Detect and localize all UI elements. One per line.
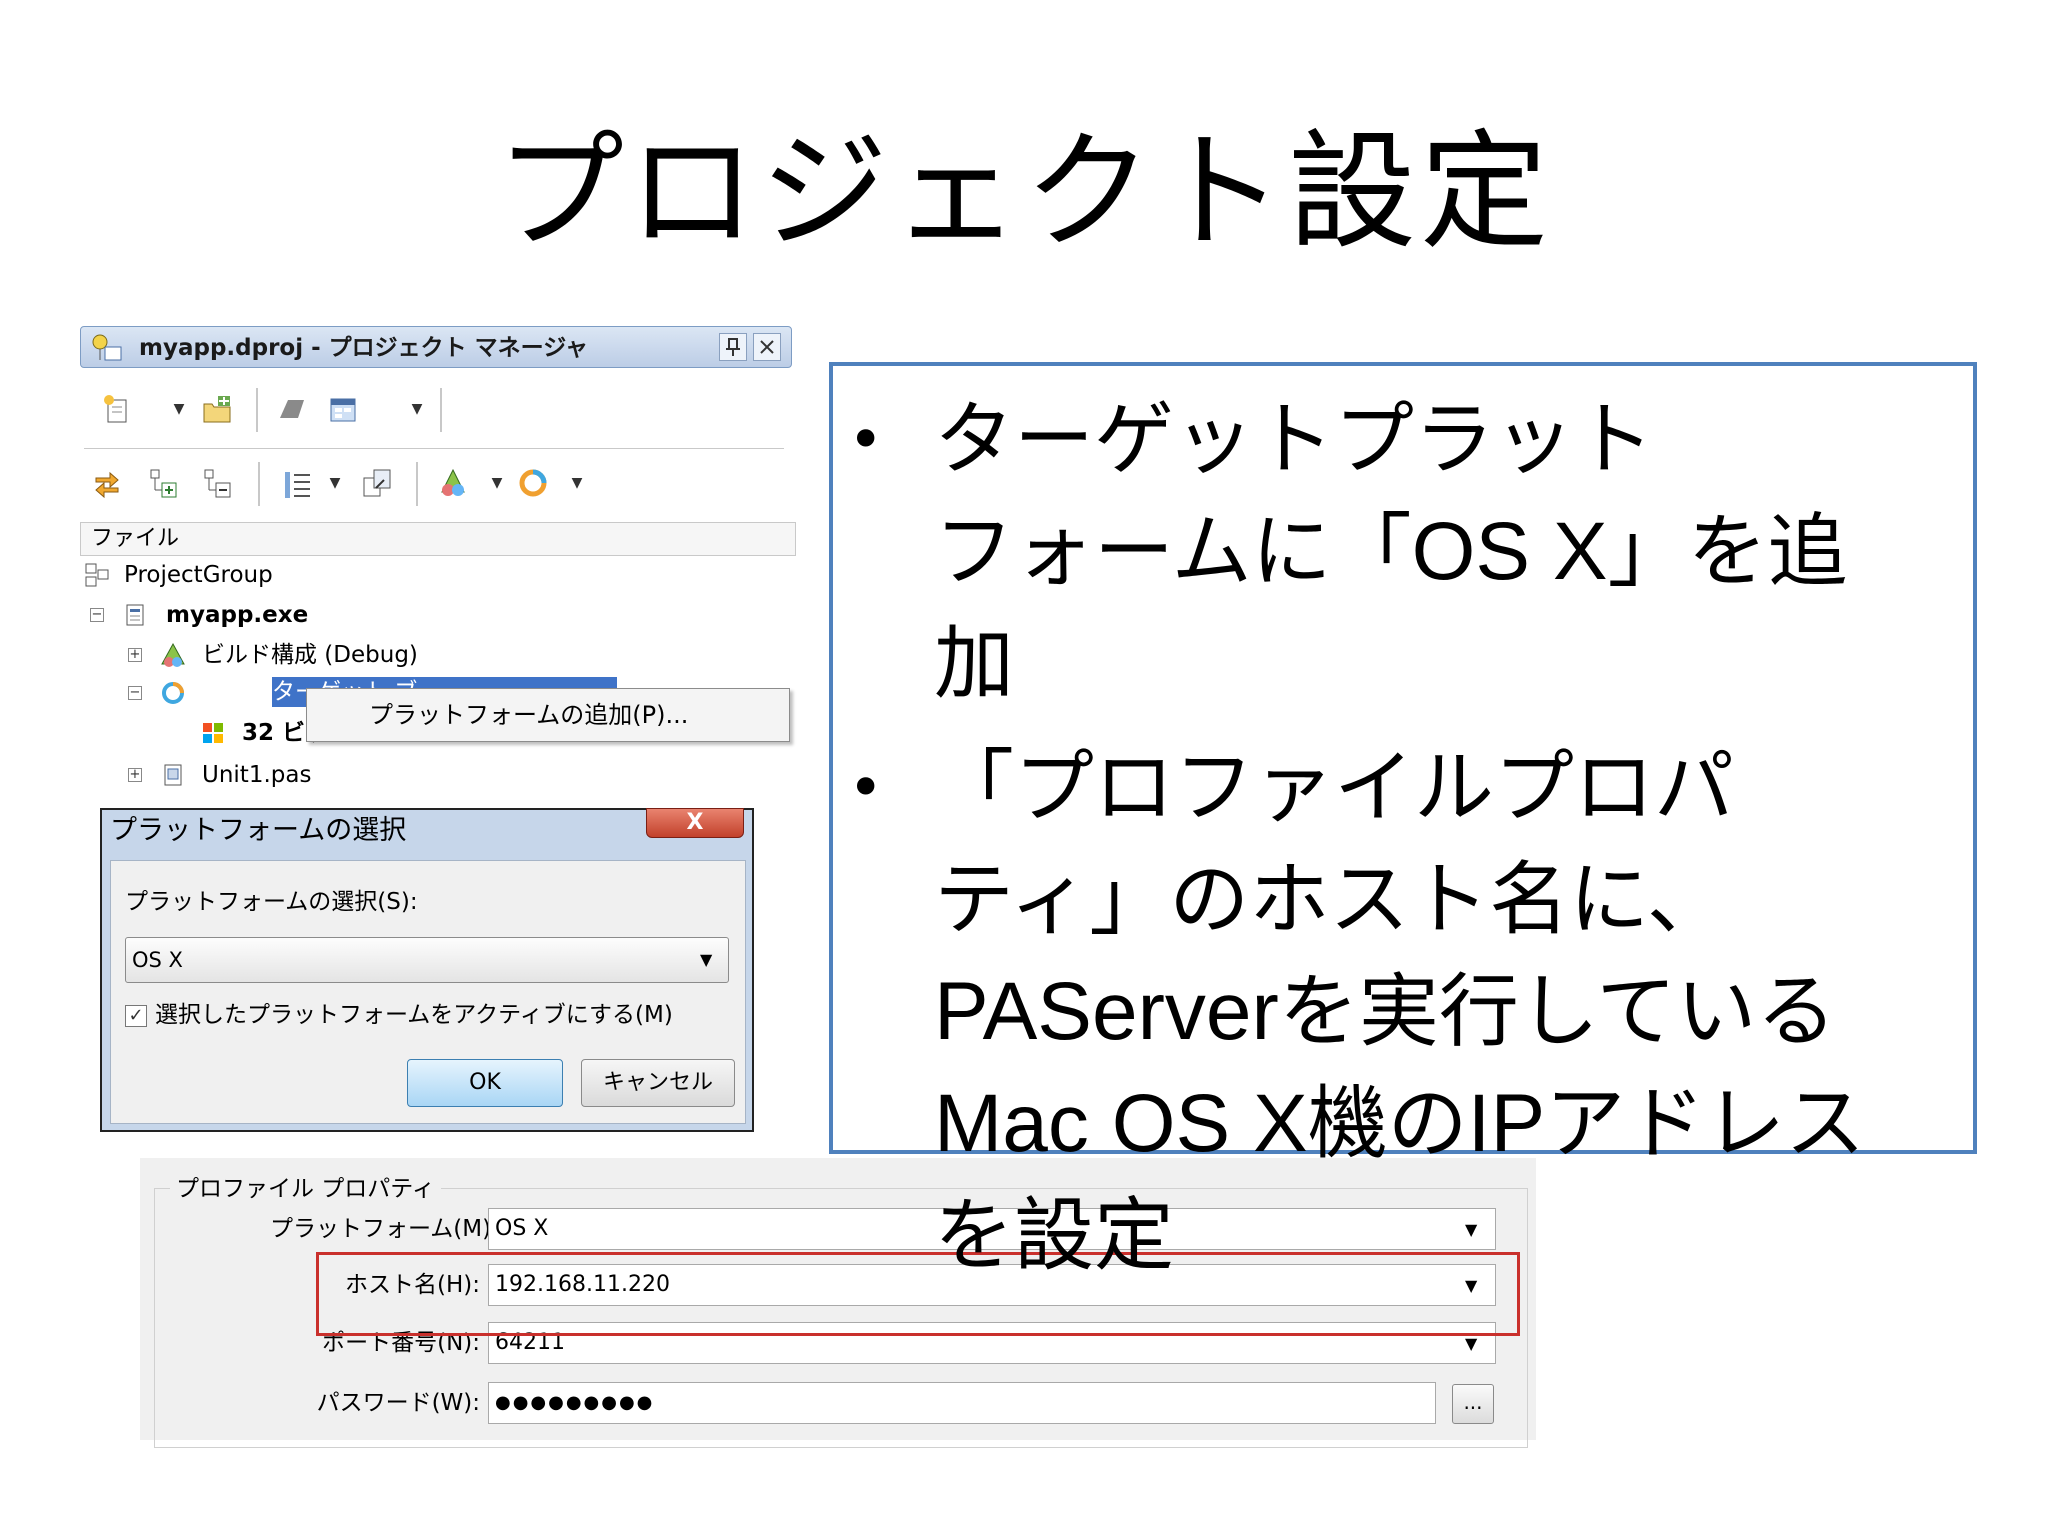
- bullet-2-text-ip: IP: [1467, 1078, 1546, 1169]
- tree-build-config[interactable]: ビルド構成 (Debug): [202, 640, 418, 670]
- bullet-2-text-running: を実行している: [1278, 965, 1837, 1058]
- bullet-2-text-machine: 機の: [1307, 1077, 1468, 1170]
- dropdown-icon[interactable]: ▼: [570, 466, 584, 500]
- bullet-1-text-a: フォームに「: [934, 505, 1412, 598]
- bullet-2-line-3: PAServerを実行している: [934, 956, 1836, 1068]
- add-existing-icon[interactable]: [200, 392, 234, 426]
- context-menu: プラットフォームの追加(P)...: [306, 688, 790, 742]
- bullet-1-line-1: ターゲットプラット: [934, 393, 1654, 486]
- build-icon[interactable]: [274, 392, 308, 426]
- bullet-2-dot: •: [848, 753, 884, 823]
- expand-icon[interactable]: +: [128, 648, 142, 662]
- add-child-icon[interactable]: [146, 466, 180, 500]
- bullet-2-line-5: を設定: [934, 1189, 1174, 1282]
- tree-project[interactable]: myapp.exe: [166, 600, 308, 630]
- password-label: パスワード(W):: [316, 1390, 480, 1416]
- project-manager-icon: [91, 333, 125, 363]
- new-project-icon[interactable]: [100, 392, 134, 426]
- remove-child-icon[interactable]: [200, 466, 234, 500]
- pin-button[interactable]: [719, 333, 747, 361]
- project-file-icon: [122, 602, 148, 628]
- add-platform-menu-item[interactable]: プラットフォームの追加(P)...: [369, 699, 688, 731]
- password-field[interactable]: ●●●●●●●●●: [488, 1382, 1436, 1424]
- dialog-close-button[interactable]: X: [646, 808, 744, 838]
- bullet-2-text-paserver: PAServer: [934, 966, 1279, 1057]
- platform-combo-value: OS X: [495, 1216, 549, 1241]
- profile-properties-title: プロファイル プロパティ: [170, 1176, 441, 1202]
- dropdown-icon[interactable]: ▼: [172, 392, 186, 426]
- build-config-icon: [160, 642, 186, 668]
- platform-select-dialog: プラットフォームの選択 X プラットフォームの選択(S): OS X ▼ ✓ 選…: [100, 808, 754, 1132]
- password-value: ●●●●●●●●●: [495, 1392, 655, 1413]
- target-platforms-icon: [160, 680, 186, 706]
- tree-unit[interactable]: Unit1.pas: [202, 760, 311, 790]
- project-manager-titlebar[interactable]: myapp.dproj - プロジェクト マネージャ: [80, 326, 792, 368]
- collapse-icon[interactable]: −: [90, 608, 104, 622]
- collapse-icon[interactable]: −: [128, 686, 142, 700]
- bullet-2-line-1: 「プロファイルプロパ: [934, 741, 1734, 834]
- activate-platform-label[interactable]: 選択したプラットフォームをアクティブにする(M): [155, 999, 673, 1031]
- layout-icon[interactable]: [326, 392, 360, 426]
- bullet-2-text-address: アドレス: [1545, 1077, 1866, 1170]
- file-column-header[interactable]: ファイル: [80, 522, 796, 556]
- windows-logo-icon: [200, 720, 226, 746]
- bullet-2-line-2: ティ」のホスト名に、: [934, 853, 1727, 946]
- target-icon[interactable]: [516, 466, 550, 500]
- platform-label: プラットフォーム(M):: [270, 1216, 499, 1242]
- dialog-title: プラットフォームの選択: [110, 815, 407, 846]
- deploy-icon[interactable]: [360, 466, 394, 500]
- project-group-icon: [84, 562, 110, 588]
- chevron-down-icon: ▼: [1465, 1220, 1478, 1239]
- bullet-2-line-4: Mac OS X機のIPアドレス: [934, 1068, 1865, 1180]
- dropdown-icon[interactable]: ▼: [328, 466, 342, 500]
- bullet-1-line-3: 加: [934, 617, 1014, 710]
- bullet-1-text-c: 」を追: [1607, 505, 1848, 598]
- platform-dropdown-value: OS X: [132, 948, 183, 972]
- tree-project-group[interactable]: ProjectGroup: [124, 560, 273, 590]
- sync-icon[interactable]: [90, 466, 124, 500]
- ok-button[interactable]: OK: [407, 1059, 563, 1107]
- close-panel-button[interactable]: [753, 333, 781, 361]
- browse-button[interactable]: ...: [1452, 1384, 1494, 1424]
- bullet-1-text-osx: OS X: [1411, 506, 1608, 597]
- chevron-down-icon: ▼: [700, 950, 713, 969]
- bullet-1-dot: •: [848, 405, 884, 475]
- profile-properties-panel: プロファイル プロパティ プラットフォーム(M): OS X ▼ ホスト名(H)…: [140, 1158, 1536, 1448]
- activate-platform-checkbox[interactable]: ✓: [125, 1005, 147, 1027]
- host-highlight-box: [316, 1252, 1520, 1336]
- run-icon[interactable]: [436, 466, 470, 500]
- bullet-1-line-2: フォームに「OS X」を追: [934, 496, 1848, 608]
- dialog-body: プラットフォームの選択(S): OS X ▼ ✓ 選択したプラットフォームをアク…: [110, 860, 746, 1124]
- slide-title: プロジェクト設定: [495, 118, 1552, 267]
- platform-select-label: プラットフォームの選択(S):: [125, 889, 418, 915]
- bullet-2-text-macosx: Mac OS X: [934, 1078, 1308, 1169]
- list-icon[interactable]: [280, 466, 314, 500]
- chevron-down-icon: ▼: [1465, 1334, 1478, 1353]
- expand-icon[interactable]: +: [128, 768, 142, 782]
- unit-file-icon: [160, 762, 186, 788]
- dropdown-icon[interactable]: ▼: [490, 466, 504, 500]
- project-manager-title: myapp.dproj - プロジェクト マネージャ: [139, 335, 589, 361]
- cancel-button[interactable]: キャンセル: [581, 1059, 735, 1107]
- dropdown-icon[interactable]: ▼: [410, 392, 424, 426]
- platform-dropdown[interactable]: OS X ▼: [125, 937, 729, 983]
